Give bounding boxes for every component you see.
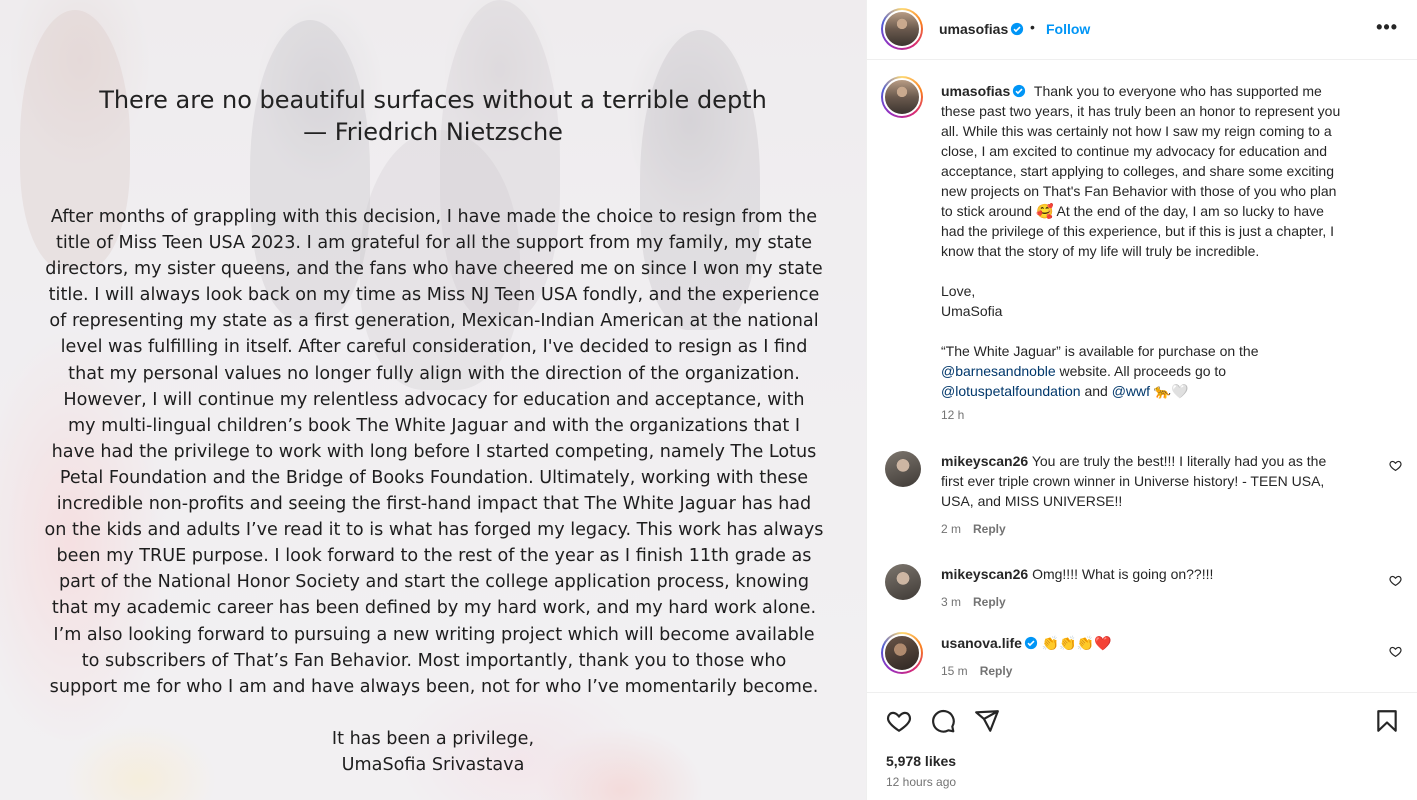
reply-button[interactable]: Reply	[973, 595, 1006, 609]
commenter-username[interactable]: usanova.life	[941, 635, 1038, 651]
caption-line: these past two years, it has truly been …	[941, 103, 1341, 119]
resignation-letter: After months of grappling with this deci…	[36, 204, 832, 700]
caption-text: Thank you to everyone who has supported …	[1033, 83, 1322, 99]
letter-line: on the kids and adults I’ve read it to i…	[44, 520, 824, 541]
comment-time[interactable]: 2 m	[941, 522, 961, 536]
comment-like-icon[interactable]	[1389, 459, 1402, 472]
commenter-avatar[interactable]	[881, 632, 923, 674]
post-actions: 5,978 likes 12 hours ago	[867, 692, 1417, 800]
commenter-username[interactable]: mikeyscan26	[941, 566, 1028, 582]
comments-scroll-area[interactable]: umasofias Thank you to everyone who has …	[867, 61, 1417, 692]
caption-line: all. While this was certainly not how I …	[941, 123, 1332, 139]
author-username[interactable]: umasofias	[939, 21, 1024, 37]
commenter-username[interactable]: mikeyscan26	[941, 453, 1028, 469]
post-timestamp: 12 hours ago	[886, 775, 957, 789]
letter-line: that my personal values no longer fully …	[68, 363, 800, 384]
caption-line: At the end of the day, I am so lucky to …	[1056, 203, 1324, 219]
caption-book-line: “The White Jaguar” is available for purc…	[941, 343, 1259, 359]
letter-line: incredible non-profits and seeing the fi…	[56, 494, 812, 515]
comment-time[interactable]: 15 m	[941, 664, 968, 678]
commenter-avatar[interactable]	[885, 451, 921, 487]
leopard-emoji: 🐆	[1153, 383, 1172, 399]
reply-button[interactable]: Reply	[980, 664, 1013, 678]
signoff-text: It has been a privilege,	[331, 729, 535, 749]
letter-line: that my academic career has been defined…	[51, 598, 817, 619]
post-image[interactable]: There are no beautiful surfaces without …	[0, 0, 866, 800]
caption-username[interactable]: umasofias	[941, 83, 1026, 99]
post-side-panel: umasofias • Follow ••• umasofias Thank y…	[866, 0, 1417, 800]
follow-button[interactable]: Follow	[1046, 21, 1090, 37]
letter-line: to subscribers of That’s Fan Behavior. M…	[81, 650, 787, 671]
letter-line: directors, my sister queens, and the fan…	[45, 259, 823, 280]
letter-line: After months of grappling with this deci…	[50, 207, 818, 227]
comment-like-icon[interactable]	[1389, 574, 1402, 587]
letter-line: Petal Foundation and the Bridge of Books…	[59, 467, 809, 488]
letter-line: have had the privilege to work with long…	[51, 441, 817, 462]
post-caption: umasofias Thank you to everyone who has …	[941, 81, 1381, 425]
letter-line: title. I will always look back on my tim…	[48, 285, 820, 306]
letter-line: been my TRUE purpose. I look forward to …	[56, 546, 812, 567]
comment-time[interactable]: 3 m	[941, 595, 961, 609]
letter-line: my multi-lingual children’s book The Whi…	[67, 415, 801, 436]
post-header: umasofias • Follow •••	[867, 0, 1417, 60]
quote-text: There are no beautiful surfaces without …	[99, 86, 767, 114]
letter-line: title of Miss Teen USA 2023. I am gratef…	[55, 233, 813, 254]
caption-love: Love,	[941, 283, 976, 299]
caption-signature: UmaSofia	[941, 303, 1003, 319]
caption-line: new projects on That's Fan Behavior with…	[941, 183, 1337, 199]
caption-line: website. All proceeds go to	[1059, 363, 1227, 379]
more-options-icon[interactable]: •••	[1376, 17, 1398, 38]
quote-author: — Friedrich Nietzsche	[303, 118, 563, 146]
caption-line: know that the story of my life will trul…	[941, 243, 1260, 259]
caption-line: had the privilege of this experience, bu…	[941, 223, 1334, 239]
caption-and: and	[1084, 383, 1108, 399]
comment-like-icon[interactable]	[1389, 645, 1402, 658]
letter-line: part of the National Honor Society and s…	[58, 572, 810, 593]
heart-icon[interactable]	[886, 708, 912, 734]
comment-text: first ever triple crown winner in Univer…	[941, 473, 1325, 489]
commenter-avatar[interactable]	[885, 564, 921, 600]
verified-badge-icon	[1013, 84, 1026, 98]
comment-text: USA, and MISS UNIVERSE!!	[941, 493, 1123, 509]
author-avatar[interactable]	[881, 8, 923, 50]
reply-button[interactable]: Reply	[973, 522, 1006, 536]
smiling-face-emoji: 🥰	[1035, 203, 1054, 219]
bookmark-icon[interactable]	[1374, 708, 1400, 734]
verified-badge-icon	[1011, 22, 1024, 36]
caption-line: acceptance, start applying to colleges, …	[941, 163, 1335, 179]
letter-line: of representing my state as a first gene…	[49, 311, 819, 332]
letter-line: support me for who I am and have always …	[49, 676, 819, 697]
verified-badge-icon	[1024, 636, 1038, 650]
signoff-name: UmaSofia Srivastava	[341, 755, 525, 775]
comment-text: 👏👏👏❤️	[1041, 635, 1112, 651]
caption-timestamp[interactable]: 12 h	[941, 405, 1381, 425]
mention-wwf[interactable]: @wwf	[1112, 383, 1150, 399]
letter-signoff: It has been a privilege, UmaSofia Srivas…	[0, 726, 866, 778]
caption-avatar[interactable]	[881, 76, 923, 118]
comment-text: Omg!!!! What is going on??!!!	[1032, 566, 1214, 582]
separator-dot: •	[1030, 19, 1035, 35]
likes-count[interactable]: 5,978 likes	[886, 753, 956, 769]
caption-line: to stick around	[941, 203, 1033, 219]
caption-line: close, I am excited to continue my advoc…	[941, 143, 1327, 159]
share-icon[interactable]	[974, 708, 1000, 734]
letter-line: level was fulfilling in itself. After ca…	[60, 337, 808, 358]
mention-barnesandnoble[interactable]: @barnesandnoble	[941, 363, 1056, 379]
letter-line: However, I will continue my relentless a…	[63, 389, 805, 410]
comment-icon[interactable]	[930, 708, 956, 734]
comment-text: You are truly the best!!! I literally ha…	[1031, 453, 1327, 469]
letter-line: I’m also looking forward to pursuing a n…	[53, 624, 815, 645]
quote: There are no beautiful surfaces without …	[0, 84, 866, 148]
white-heart-emoji: 🤍	[1171, 383, 1189, 399]
mention-lotuspetalfoundation[interactable]: @lotuspetalfoundation	[941, 383, 1081, 399]
